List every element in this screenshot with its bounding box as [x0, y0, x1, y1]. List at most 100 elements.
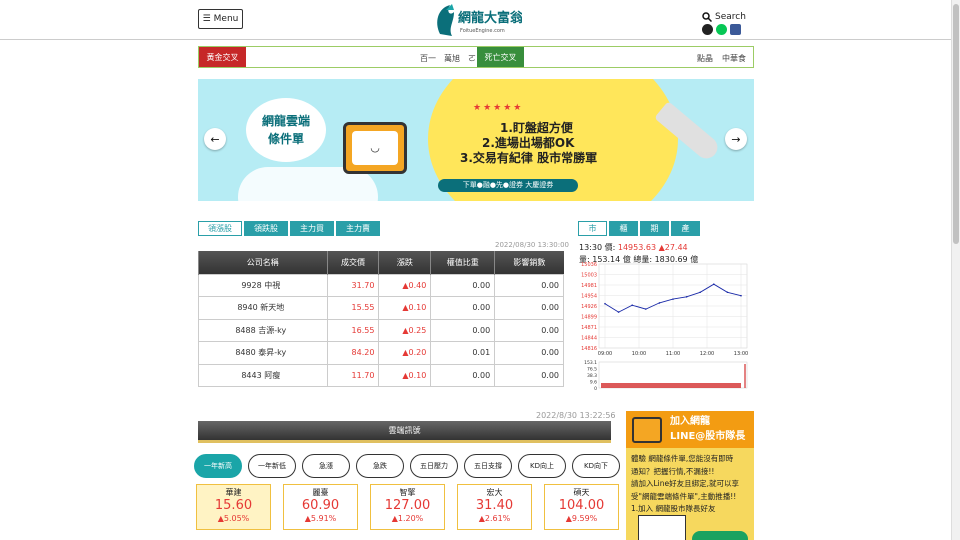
- y-tick-label: 14981: [581, 283, 597, 289]
- line-promo-body: 體驗 網龍條件單,您能沒有即時 通知？把握行情,不漏接!! 請加入Line好友且…: [631, 453, 751, 516]
- index-chart[interactable]: 15036 15003 14981 14954 14926 14899 14871 14844…: [579, 262, 751, 390]
- promo-banner[interactable]: 網龍雲端 條件單 ◡ ★★★★★ 1.盯盤超方便 2.進場出場都OK 3.交易有…: [198, 79, 754, 201]
- y-tick-label: 14871: [581, 325, 597, 331]
- scrollbar-thumb[interactable]: [953, 4, 959, 244]
- column-header[interactable]: 成交價: [326, 251, 379, 274]
- stock-card[interactable]: 碩天 104.00 ▲9.59%: [544, 484, 619, 530]
- card-price: 60.90: [301, 498, 340, 513]
- search-label: Search: [715, 12, 746, 22]
- line-promo-text: 體驗 網龍條件單,您能沒有即時: [631, 454, 734, 463]
- pill-year-low[interactable]: 一年新低: [248, 454, 296, 478]
- price-cell: 31.70: [326, 273, 380, 297]
- pill-five-day-resistance[interactable]: 五日壓力: [410, 454, 458, 478]
- table-row[interactable]: 9928 中視 31.70 ▲0.40 0.00 0.00: [198, 273, 564, 297]
- impact-cell: 0.00: [494, 363, 564, 387]
- pill-year-high[interactable]: 一年新高: [194, 454, 242, 478]
- x-tick-label: 13:00: [734, 351, 748, 357]
- change-cell: ▲0.20: [378, 341, 432, 365]
- card-name: 宏大: [486, 488, 503, 497]
- pill-surge[interactable]: 急漲: [302, 454, 350, 478]
- table-row[interactable]: 8940 新天地 15.55 ▲0.10 0.00 0.00: [198, 296, 564, 320]
- pill-kd-up[interactable]: KD向上: [518, 454, 566, 478]
- line-promo-text: 通知？把握行情,不漏接!!: [631, 466, 715, 476]
- menu-button[interactable]: ☰ Menu: [198, 9, 243, 29]
- line-promo[interactable]: 加入網龍 LINE@股市隊長 體驗 網龍條件單,您能沒有即時 通知？把握行情,不…: [626, 411, 754, 540]
- golden-cross-item[interactable]: 萬旭: [444, 53, 460, 64]
- weight-cell: 0.01: [430, 341, 496, 365]
- death-cross-item[interactable]: 點晶: [697, 53, 713, 64]
- x-tick-label: 10:00: [632, 351, 646, 357]
- signal-cards: 華建 15.60 ▲5.05% 麗臺 60.90 ▲5.91% 智擎 127.00 ▲1.2…: [196, 484, 619, 530]
- table-row[interactable]: 8488 吉源-ky 16.55 ▲0.25 0.00 0.00: [198, 318, 564, 342]
- banner-point: 2.進場出場都OK: [482, 136, 575, 150]
- stock-card[interactable]: 智擎 127.00 ▲1.20%: [370, 484, 445, 530]
- qr-code-icon: [638, 515, 686, 540]
- stock-card[interactable]: 宏大 31.40 ▲2.61%: [457, 484, 532, 530]
- tab-market-listed[interactable]: 市: [578, 221, 607, 236]
- impact-cell: 0.00: [494, 273, 564, 297]
- banner-bubble: 網龍雲端 條件單: [246, 98, 326, 162]
- add-friend-button[interactable]: [692, 531, 748, 540]
- data-point: [617, 311, 620, 313]
- index-change: ▲27.44: [658, 243, 688, 252]
- pill-plunge[interactable]: 急跌: [356, 454, 404, 478]
- company-name[interactable]: 8480 泰昇-ky: [198, 341, 328, 365]
- signal-filter-pills: 一年新高 一年新低 急漲 急跌 五日壓力 五日支撐 KD向上 KD向下: [194, 454, 620, 478]
- golden-cross-item[interactable]: 百一: [420, 53, 436, 64]
- table-row[interactable]: 8443 阿瘦 11.70 ▲0.10 0.00 0.00: [198, 363, 564, 387]
- price-cell: 84.20: [326, 341, 380, 365]
- tab-leading-gainers[interactable]: 領漲股: [198, 221, 242, 236]
- impact-cell: 0.00: [494, 341, 564, 365]
- weight-cell: 0.00: [430, 363, 496, 387]
- tab-market-otc[interactable]: 櫃: [609, 221, 638, 236]
- clock-icon[interactable]: [702, 24, 713, 35]
- pill-kd-down[interactable]: KD向下: [572, 454, 620, 478]
- weight-cell: 0.00: [430, 296, 496, 320]
- signals-title-bar: 雲端訊號: [198, 421, 611, 443]
- facebook-icon[interactable]: [730, 24, 741, 35]
- column-header[interactable]: 權值比重: [430, 251, 495, 274]
- column-header[interactable]: 漲跌: [378, 251, 431, 274]
- index-price: 14953.63: [617, 243, 657, 252]
- carousel-next-button[interactable]: →: [725, 128, 747, 150]
- page-scrollbar[interactable]: [951, 0, 960, 540]
- company-name[interactable]: 9928 中視: [198, 273, 328, 297]
- search-button[interactable]: Search: [702, 12, 746, 22]
- death-cross-item[interactable]: 中華食: [722, 53, 746, 64]
- site-logo[interactable]: 網龍大富翁 FoitueEngine.com: [432, 2, 524, 38]
- company-name[interactable]: 8443 阿瘦: [198, 363, 328, 387]
- volume-tick-label: 0: [594, 386, 597, 390]
- pill-five-day-support[interactable]: 五日支撐: [464, 454, 512, 478]
- death-cross-label[interactable]: 死亡交叉: [477, 47, 524, 67]
- change-cell: ▲0.10: [378, 363, 432, 387]
- company-name[interactable]: 8940 新天地: [198, 296, 328, 320]
- tab-leading-losers[interactable]: 領跌股: [244, 221, 288, 236]
- data-point: [699, 291, 701, 294]
- line-icon[interactable]: [716, 24, 727, 35]
- golden-cross-label[interactable]: 黃金交叉: [199, 47, 246, 67]
- data-point: [631, 304, 633, 307]
- column-header[interactable]: 影響銷數: [494, 251, 564, 274]
- site-header: ☰ Menu 網龍大富翁 FoitueEngine.com Search: [0, 0, 951, 40]
- data-point: [740, 294, 742, 297]
- table-row[interactable]: 8480 泰昇-ky 84.20 ▲0.20 0.01 0.00: [198, 341, 564, 365]
- stock-tabs: 領漲股 領跌股 主力買 主力賣: [198, 221, 380, 236]
- impact-cell: 0.00: [494, 296, 564, 320]
- card-name: 碩天: [573, 488, 590, 497]
- line-promo-text: 請加入Line好友且綁定,就可以享: [631, 479, 740, 488]
- column-header[interactable]: 公司名稱: [198, 251, 328, 274]
- tab-market-futures[interactable]: 期: [640, 221, 669, 236]
- stock-card[interactable]: 華建 15.60 ▲5.05%: [196, 484, 271, 530]
- stock-card[interactable]: 麗臺 60.90 ▲5.91%: [283, 484, 358, 530]
- line-promo-title: 加入網龍 LINE@股市隊長: [670, 414, 745, 444]
- banner-bubble-line: 網龍雲端: [261, 114, 310, 128]
- tab-major-sell[interactable]: 主力賣: [336, 221, 380, 236]
- golden-cross-item[interactable]: ㄛ: [468, 53, 476, 64]
- x-tick-label: 11:00: [666, 351, 680, 357]
- price-cell: 11.70: [326, 363, 380, 387]
- card-price: 127.00: [384, 498, 431, 513]
- company-name[interactable]: 8488 吉源-ky: [198, 318, 328, 342]
- tab-market-industry[interactable]: 產: [671, 221, 700, 236]
- tab-major-buy[interactable]: 主力買: [290, 221, 334, 236]
- carousel-prev-button[interactable]: ←: [204, 128, 226, 150]
